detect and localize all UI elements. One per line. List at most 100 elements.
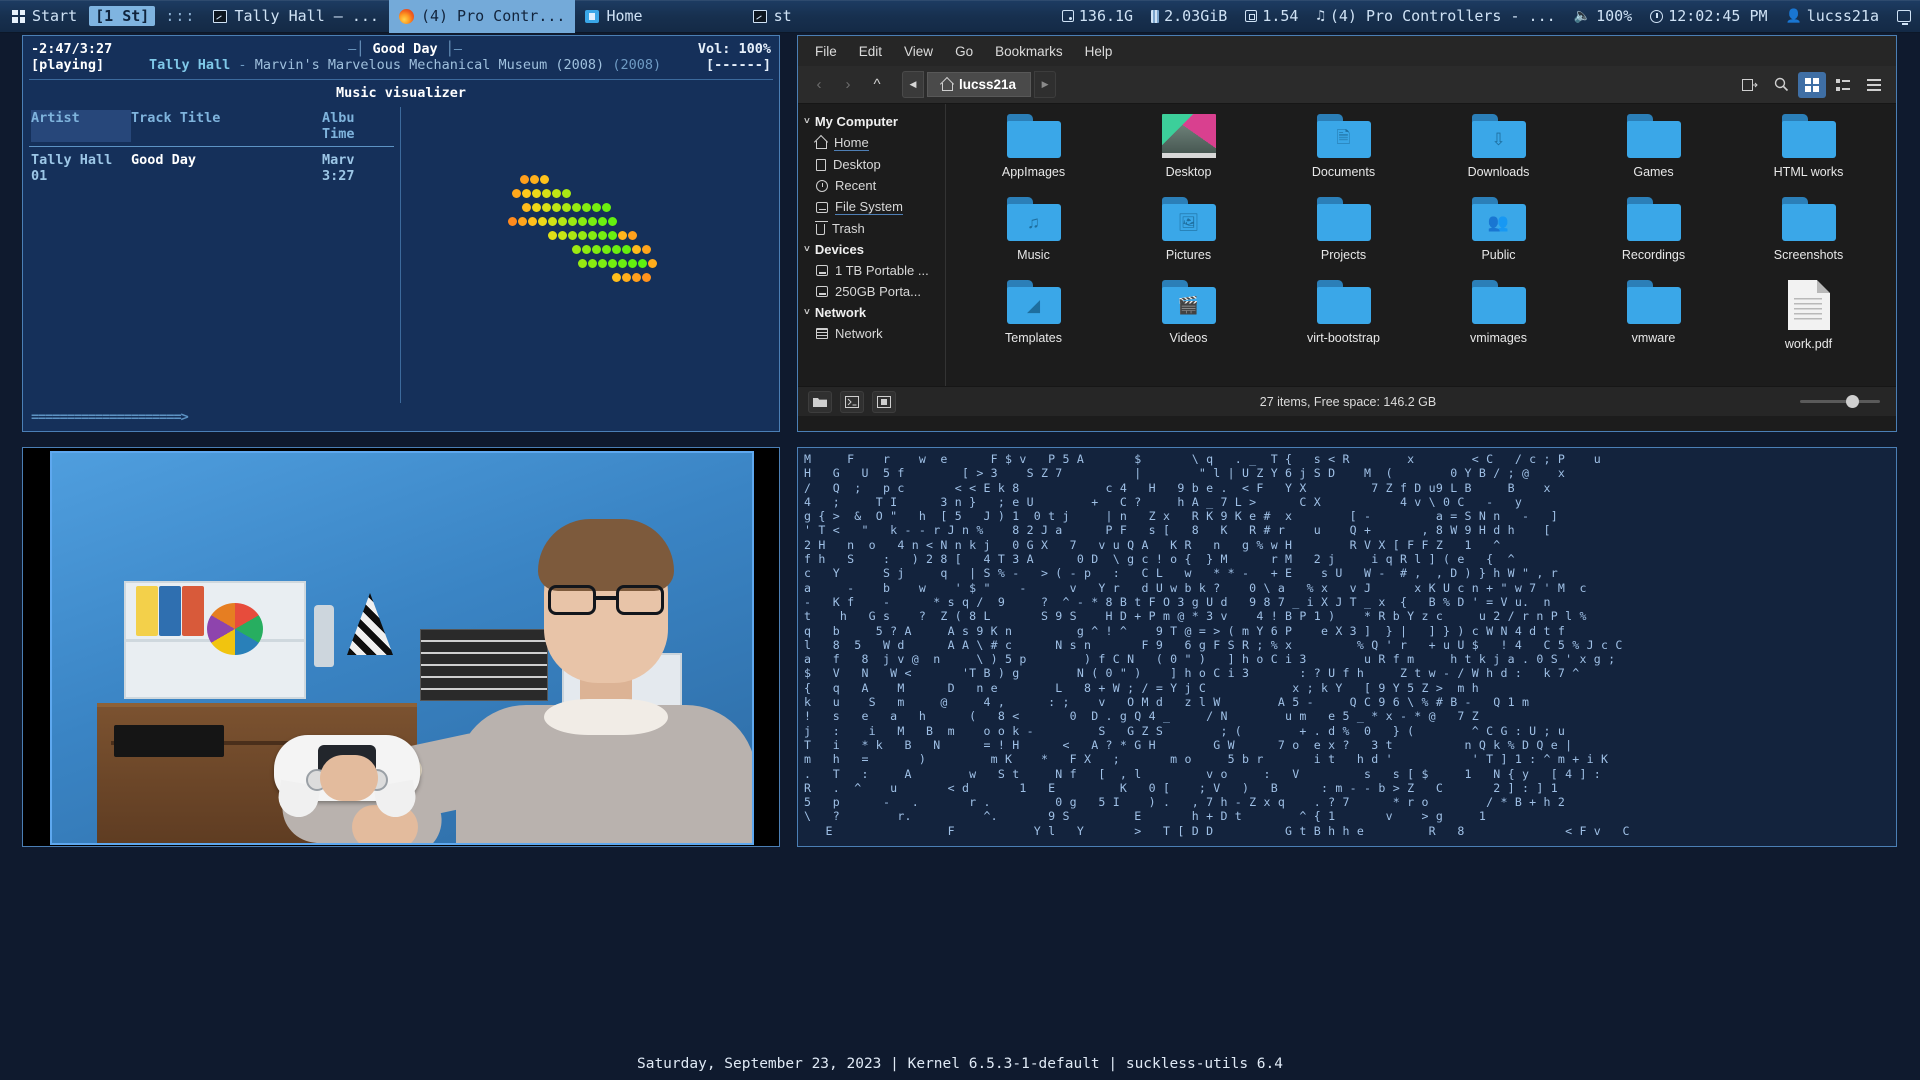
taskbar-window-tally-hall[interactable]: Tally Hall – ... <box>203 0 389 33</box>
folder-icon <box>1626 280 1681 324</box>
row-album-time: Marv 3:27 <box>322 152 355 185</box>
compact-view-icon[interactable] <box>1829 72 1857 98</box>
file-item[interactable]: vmimages <box>1421 280 1576 351</box>
layout-indicator[interactable]: ::: <box>157 7 203 25</box>
file-item[interactable]: virt-bootstrap <box>1266 280 1421 351</box>
file-item[interactable]: 🖼 Pictures <box>1111 197 1266 262</box>
status-display[interactable] <box>1888 0 1920 33</box>
drive-icon <box>816 265 828 276</box>
forward-button[interactable]: › <box>835 72 861 98</box>
column-header-album-time[interactable]: Albu Time <box>322 110 392 142</box>
list-view-icon[interactable] <box>1860 72 1888 98</box>
status-cpu[interactable]: 1.54 <box>1236 0 1307 33</box>
status-music[interactable]: ♫ (4) Pro Controllers - ... <box>1307 0 1564 33</box>
crumb-right-icon[interactable]: ▶ <box>1034 71 1057 98</box>
menu-file[interactable]: File <box>806 42 846 61</box>
status-volume[interactable]: 🔈 100% <box>1565 0 1642 33</box>
visualizer-dot <box>578 231 587 241</box>
video-window[interactable] <box>22 447 780 847</box>
menu-view[interactable]: View <box>895 42 942 61</box>
icon-view-icon[interactable] <box>1798 71 1826 98</box>
status-ram[interactable]: 2.03GiB <box>1142 0 1236 33</box>
sidebar-item-recent[interactable]: Recent <box>798 175 945 196</box>
file-item[interactable]: 👥 Public <box>1421 197 1576 262</box>
visualizer-dot <box>558 217 567 227</box>
file-manager-window[interactable]: File Edit View Go Bookmarks Help ‹ › ^ ◀… <box>797 35 1897 432</box>
file-item[interactable]: work.pdf <box>1731 280 1886 351</box>
split-view-icon[interactable] <box>1736 72 1764 98</box>
video-person-collar <box>544 699 668 735</box>
start-grid-icon <box>12 9 25 23</box>
visualizer-dot <box>552 203 561 213</box>
wallpaper-thumbnail-icon <box>1161 114 1216 158</box>
file-item[interactable]: HTML works <box>1731 114 1886 179</box>
status-user[interactable]: 👤 lucss21a <box>1777 0 1888 33</box>
music-player-window[interactable]: -2:47/3:27 [playing] —│ Good Day │— Tall… <box>22 35 780 432</box>
taskbar-window-pro-controllers[interactable]: (4) Pro Contr... <box>388 0 576 33</box>
drive-icon <box>816 201 828 213</box>
file-manager-file-grid[interactable]: AppImages Desktop 🗎 Documents ⇩ Downloads Game… <box>946 104 1896 386</box>
folder-icon <box>1471 280 1526 324</box>
sidebar-item-label: Recent <box>835 178 877 193</box>
zoom-slider-knob[interactable] <box>1846 395 1859 408</box>
template-emblem-icon: ◢ <box>1026 295 1041 315</box>
sidebar-group-network[interactable]: ˅ Network <box>798 302 945 323</box>
taskbar-window-st[interactable]: st <box>743 0 802 33</box>
file-item[interactable]: Desktop <box>1111 114 1266 179</box>
menu-help[interactable]: Help <box>1076 42 1122 61</box>
menu-bookmarks[interactable]: Bookmarks <box>986 42 1072 61</box>
breadcrumb-label: lucss21a <box>959 77 1017 92</box>
window-label: Tally Hall – ... <box>234 7 379 25</box>
playlist-panel[interactable]: Artist Track Title Albu Time Tally Hall … <box>23 107 401 404</box>
search-icon[interactable] <box>1767 72 1795 98</box>
crumb-left-icon[interactable]: ◀ <box>902 71 924 98</box>
visualizer-dot <box>522 203 531 213</box>
new-folder-icon[interactable] <box>808 390 832 413</box>
terminal-icon[interactable] <box>840 390 864 413</box>
clock-icon <box>816 179 828 192</box>
file-item[interactable]: Recordings <box>1576 197 1731 262</box>
file-item[interactable]: vmware <box>1576 280 1731 351</box>
menu-edit[interactable]: Edit <box>850 42 891 61</box>
start-button[interactable]: Start <box>0 0 87 33</box>
file-item[interactable]: ⇩ Downloads <box>1421 114 1576 179</box>
pane-icon[interactable] <box>872 390 896 413</box>
workspace-tag[interactable]: [1 St] <box>89 6 156 26</box>
file-item[interactable]: 🗎 Documents <box>1266 114 1421 179</box>
taskbar-status-area: 136.1G 2.03GiB 1.54 ♫ (4) Pro Controller… <box>1053 0 1920 33</box>
sidebar-item-desktop[interactable]: Desktop <box>798 154 945 175</box>
sidebar-group-my-computer[interactable]: ˅ My Computer <box>798 111 945 132</box>
file-item[interactable]: Projects <box>1266 197 1421 262</box>
taskbar-window-home[interactable]: Home <box>575 0 652 33</box>
sep-dash: - <box>230 56 255 73</box>
column-header-track[interactable]: Track Title <box>131 110 322 142</box>
progress-bar[interactable]: [------] <box>698 57 771 74</box>
up-button[interactable]: ^ <box>864 72 890 98</box>
file-item[interactable]: Games <box>1576 114 1731 179</box>
zoom-slider[interactable] <box>1800 395 1880 408</box>
playlist-row[interactable]: Tally Hall 01 Good Day Marv 3:27 <box>23 147 400 189</box>
sidebar-item-file-system[interactable]: File System <box>798 196 945 218</box>
file-item[interactable]: ◢ Templates <box>956 280 1111 351</box>
sidebar-item-network[interactable]: Network <box>798 323 945 344</box>
sidebar-group-devices[interactable]: ˅ Devices <box>798 239 945 260</box>
status-disk[interactable]: 136.1G <box>1053 0 1142 33</box>
menu-go[interactable]: Go <box>946 42 982 61</box>
cpu-icon <box>1245 10 1258 22</box>
file-item[interactable]: ♫ Music <box>956 197 1111 262</box>
visualizer-dot <box>548 217 557 227</box>
terminal-output[interactable]: M F r w e F $ v P 5 A $ \ q . _ T { s < … <box>797 447 1897 847</box>
status-clock[interactable]: 12:02:45 PM <box>1641 0 1776 33</box>
file-item[interactable]: Screenshots <box>1731 197 1886 262</box>
sidebar-item-home[interactable]: Home <box>798 132 945 154</box>
folder-icon <box>1781 197 1836 241</box>
column-header-artist[interactable]: Artist <box>31 110 131 143</box>
file-item[interactable]: AppImages <box>956 114 1111 179</box>
file-item-label: Pictures <box>1165 248 1212 262</box>
sidebar-item-250gb-portable[interactable]: 250GB Porta... <box>798 281 945 302</box>
breadcrumb-current[interactable]: lucss21a <box>927 72 1032 97</box>
back-button[interactable]: ‹ <box>806 72 832 98</box>
sidebar-item-trash[interactable]: Trash <box>798 218 945 239</box>
file-item[interactable]: 🎬 Videos <box>1111 280 1266 351</box>
sidebar-item-1tb-portable[interactable]: 1 TB Portable ... <box>798 260 945 281</box>
